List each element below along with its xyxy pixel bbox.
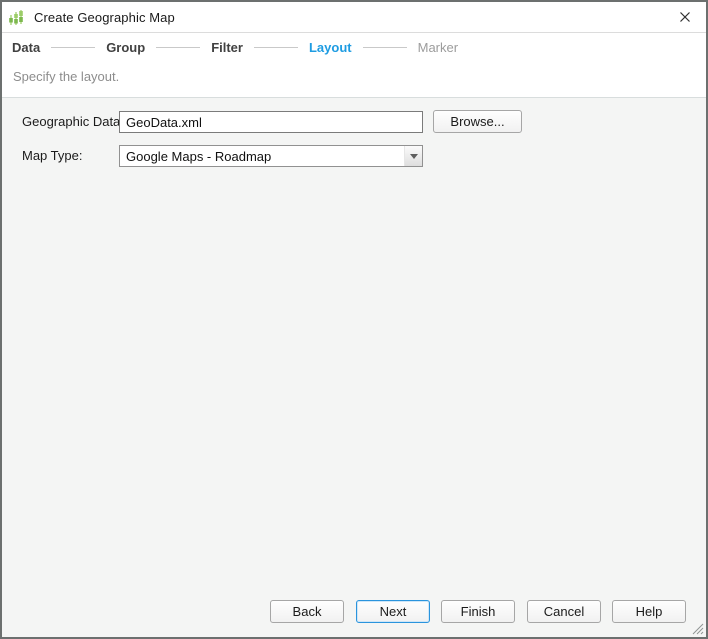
browse-button[interactable]: Browse... [433, 110, 522, 133]
finish-button[interactable]: Finish [441, 600, 515, 623]
map-type-dropdown[interactable]: Google Maps - Roadmap [119, 145, 423, 167]
create-geographic-map-dialog: Create Geographic Map Data Group Filter … [0, 0, 708, 639]
green-bar-chart-icon [8, 9, 24, 25]
map-type-label: Map Type: [22, 143, 82, 169]
close-icon [679, 11, 691, 23]
content-area [2, 97, 706, 637]
map-type-selected-value: Google Maps - Roadmap [120, 146, 404, 166]
next-button[interactable]: Next [356, 600, 430, 623]
step-filter[interactable]: Filter [211, 40, 243, 55]
step-marker[interactable]: Marker [418, 40, 458, 55]
help-button[interactable]: Help [612, 600, 686, 623]
window-title: Create Geographic Map [34, 10, 175, 25]
step-connector [51, 47, 95, 48]
step-connector [363, 47, 407, 48]
step-connector [254, 47, 298, 48]
chevron-down-icon[interactable] [404, 146, 422, 166]
geographic-data-input[interactable] [119, 111, 423, 133]
step-description: Specify the layout. [13, 64, 119, 90]
step-data[interactable]: Data [12, 40, 40, 55]
title-bar: Create Geographic Map [2, 2, 706, 33]
step-group[interactable]: Group [106, 40, 145, 55]
resize-grip[interactable] [692, 623, 704, 635]
back-button[interactable]: Back [270, 600, 344, 623]
geographic-data-label: Geographic Data: [22, 109, 124, 135]
close-button[interactable] [670, 2, 700, 32]
step-layout[interactable]: Layout [309, 40, 352, 55]
step-connector [156, 47, 200, 48]
wizard-steps: Data Group Filter Layout Marker [12, 34, 458, 60]
cancel-button[interactable]: Cancel [527, 600, 601, 623]
